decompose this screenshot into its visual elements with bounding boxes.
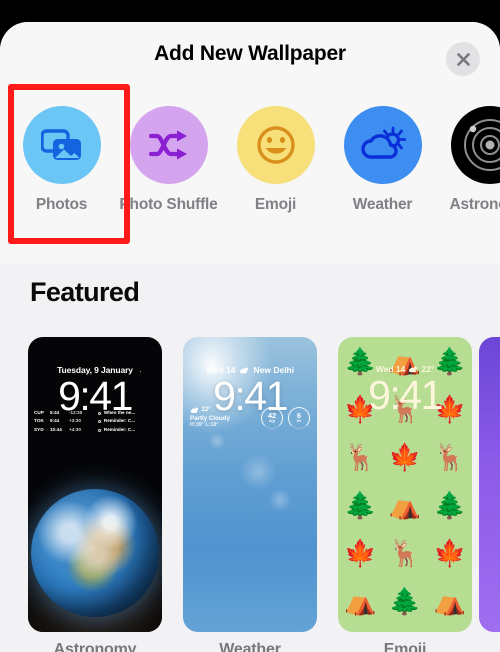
world-clock-widget: CUP 5:44 -12:30 TOK 9:44 +3:30 SYD 10:44… <box>34 409 92 434</box>
lens-flare <box>241 455 275 489</box>
city-offset: +3:30 <box>69 418 81 424</box>
city-time: 5:44 <box>50 410 60 415</box>
emoji-glyph: 🍁 <box>344 538 377 568</box>
reminder-text: Reminder: C... <box>103 418 136 424</box>
emoji-glyph: 🍁 <box>433 538 466 568</box>
lockscreen-time: 9:41 <box>368 372 443 418</box>
wallpaper-card-next-partial[interactable] <box>479 337 500 632</box>
reminder-text: Reminder: C... <box>103 426 136 432</box>
section-heading-featured: Featured <box>30 277 140 307</box>
category-astronomy[interactable]: Astronomy <box>436 84 500 216</box>
reminder-row: When the ne... <box>98 409 156 417</box>
cloud-sun-icon <box>343 106 422 184</box>
world-clock-row: CUP 5:44 -12:30 <box>34 409 92 417</box>
category-emoji[interactable]: Emoji <box>222 84 329 216</box>
wallpaper-category-row: Photos Photo Shuffle Emoji Weather Astro… <box>0 84 500 264</box>
world-clock-row: TOK 9:44 +3:30 <box>34 417 92 425</box>
shuffle-icon <box>129 106 208 184</box>
lockscreen-widgets: 22° Partly Cloudy H:39° L:18° 42 AQI 6 U… <box>190 407 310 429</box>
card-label: Emoji <box>383 641 427 652</box>
page-title: Add New Wallpaper <box>154 42 346 65</box>
category-label: Astronomy <box>449 196 500 213</box>
close-icon <box>456 52 470 66</box>
emoji-glyph: 🦌 <box>344 442 377 472</box>
featured-cards: Tuesday, 9 January 9:41 CUP 5:44 -12:30 … <box>0 337 500 652</box>
circle-icon <box>98 411 102 415</box>
category-label: Photos <box>35 196 88 213</box>
weather-condition: Partly Cloudy <box>190 414 230 422</box>
emoji-glyph: ⛺ <box>433 586 466 616</box>
city-time: 9:44 <box>50 418 60 424</box>
orbit-icon <box>450 106 500 184</box>
city-offset: +4:30 <box>69 426 81 432</box>
wallpaper-card-emoji[interactable]: 🌲⛺🌲🍁🦌🍁🦌🍁🦌🌲⛺🌲🍁🦌🍁⛺🌲⛺🦌🍁🦌 Wed 14 22° 9:41 <box>338 337 472 632</box>
city-code: CUP <box>34 410 44 415</box>
emoji-glyph: ⛺ <box>344 586 377 616</box>
add-wallpaper-sheet: Add New Wallpaper Photos Photo Shuffle E… <box>0 22 500 652</box>
weather-detail-widget: 22° Partly Cloudy H:39° L:18° <box>190 407 256 428</box>
emoji-glyph: 🦌 <box>388 538 422 568</box>
emoji-glyph: 🍁 <box>388 442 422 472</box>
close-button[interactable] <box>446 42 480 76</box>
category-weather[interactable]: Weather <box>329 84 436 216</box>
category-photo-shuffle[interactable]: Photo Shuffle <box>115 84 222 216</box>
city-code: TOK <box>34 418 44 424</box>
sheet-header: Add New Wallpaper <box>0 22 500 84</box>
temperature-row: 22° <box>190 407 256 414</box>
category-label: Weather <box>352 196 413 213</box>
screen: Add New Wallpaper Photos Photo Shuffle E… <box>0 0 500 652</box>
lens-flare <box>209 433 225 449</box>
reminders-widget: When the ne... Reminder: C... Reminder: … <box>98 409 156 434</box>
emoji-glyph: 🌲 <box>433 490 466 520</box>
world-clock-row: SYD 10:44 +4:30 <box>34 426 92 434</box>
emoji-glyph: ⛺ <box>388 490 422 520</box>
wallpaper-card-weather-wrap: Wed 14 New Delhi 9:41 22° Partly Cloudy … <box>183 337 317 652</box>
lens-flare <box>269 489 291 511</box>
wallpaper-card-astronomy[interactable]: Tuesday, 9 January 9:41 CUP 5:44 -12:30 … <box>28 337 162 632</box>
emoji-glyph: 🌲 <box>388 586 422 616</box>
temperature-value: 22° <box>201 407 211 414</box>
wallpaper-card-weather[interactable]: Wed 14 New Delhi 9:41 22° Partly Cloudy … <box>183 337 317 632</box>
wallpaper-card-emoji-wrap: 🌲⛺🌲🍁🦌🍁🦌🍁🦌🌲⛺🌲🍁🦌🍁⛺🌲⛺🦌🍁🦌 Wed 14 22° 9:41 Em… <box>338 337 472 652</box>
category-photos[interactable]: Photos <box>8 84 115 216</box>
circle-icon <box>98 428 102 432</box>
city-offset: -12:30 <box>69 410 83 415</box>
category-label: Photo Shuffle <box>119 196 218 213</box>
weather-high-low: H:39° L:18° <box>190 422 219 428</box>
earth-image <box>31 489 159 617</box>
wallpaper-card-astronomy-wrap: Tuesday, 9 January 9:41 CUP 5:44 -12:30 … <box>28 337 162 652</box>
emoji-glyph: 🦌 <box>433 442 466 472</box>
circle-icon <box>98 420 102 424</box>
card-label: Astronomy <box>53 641 137 652</box>
city-code: SYD <box>34 426 44 432</box>
city-time: 10:44 <box>50 426 62 432</box>
gauge-label: UV <box>296 419 302 424</box>
card-label: Weather <box>219 641 281 652</box>
reminder-text: When the ne... <box>103 410 136 415</box>
reminder-row: Reminder: C... <box>98 426 156 434</box>
smiley-icon <box>236 106 315 184</box>
photos-icon <box>22 106 101 184</box>
emoji-glyph: 🌲 <box>344 490 377 520</box>
lockscreen-widgets: CUP 5:44 -12:30 TOK 9:44 +3:30 SYD 10:44… <box>34 409 156 434</box>
uv-index-gauge: 6 UV <box>288 407 310 429</box>
gauge-label: AQI <box>268 419 276 424</box>
cloud-sun-icon <box>190 407 199 413</box>
reminder-row: Reminder: C... <box>98 417 156 425</box>
category-label: Emoji <box>254 196 297 213</box>
air-quality-gauge: 42 AQI <box>261 407 283 429</box>
